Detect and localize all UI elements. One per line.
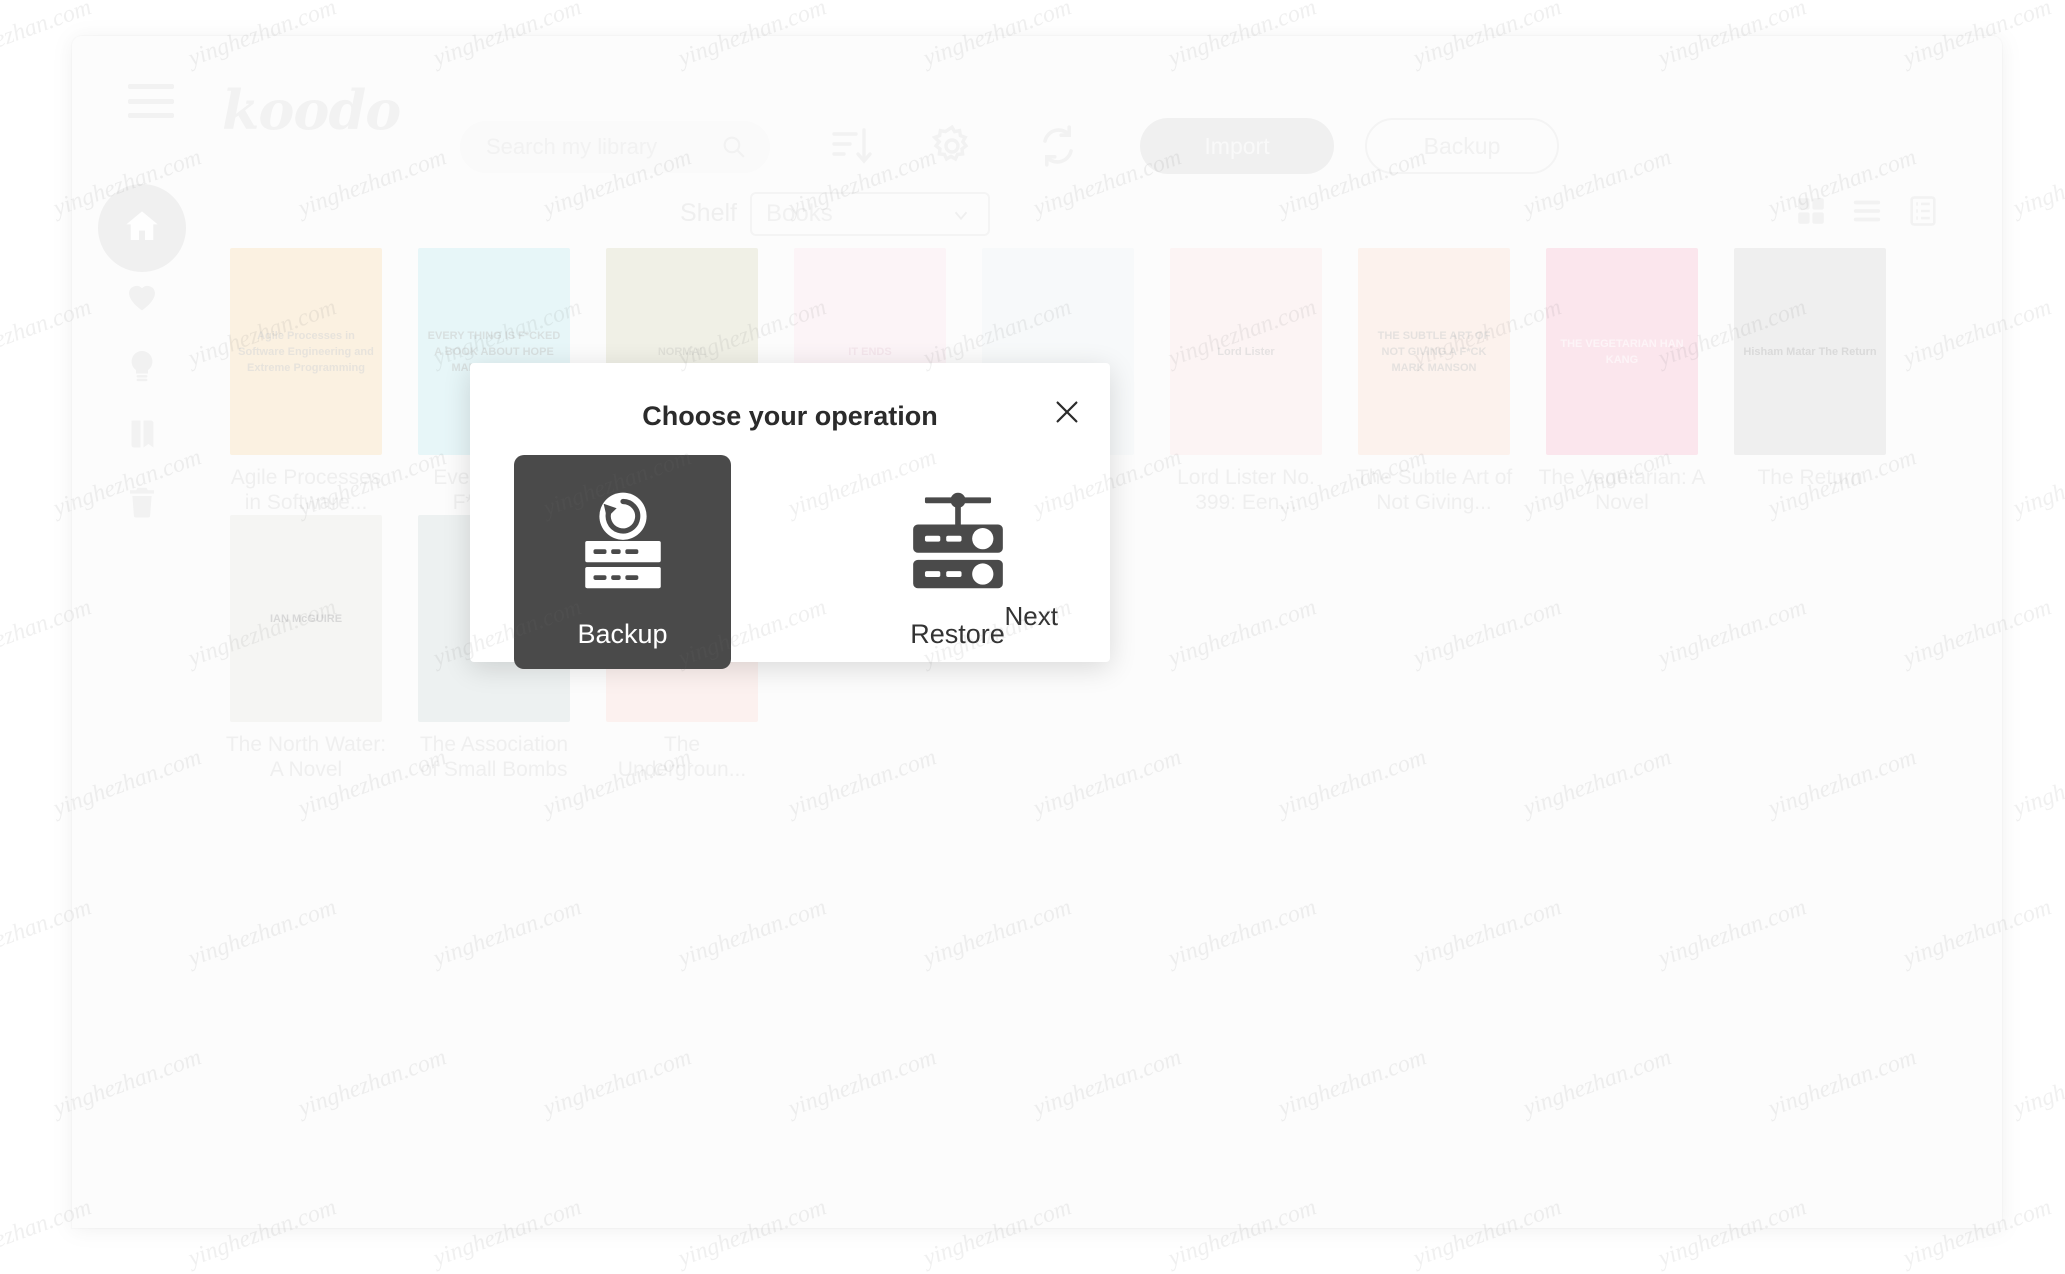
operation-card-restore[interactable]: Restore [849,455,1066,669]
operation-card-backup[interactable]: Backup [514,455,731,669]
backup-restore-server-icon [564,477,682,605]
next-button[interactable]: Next [1005,601,1058,632]
operation-label-restore: Restore [910,619,1005,649]
close-icon[interactable] [1052,397,1082,427]
operation-options: Backup Restore [470,455,1110,669]
choose-operation-dialog: Choose your operation Backup Restore Nex… [470,363,1110,669]
dialog-title: Choose your operation [642,401,938,431]
server-network-icon [899,477,1017,605]
operation-label-backup: Backup [577,619,668,649]
screenshot-root: koodo Search my library [0,0,2065,1274]
